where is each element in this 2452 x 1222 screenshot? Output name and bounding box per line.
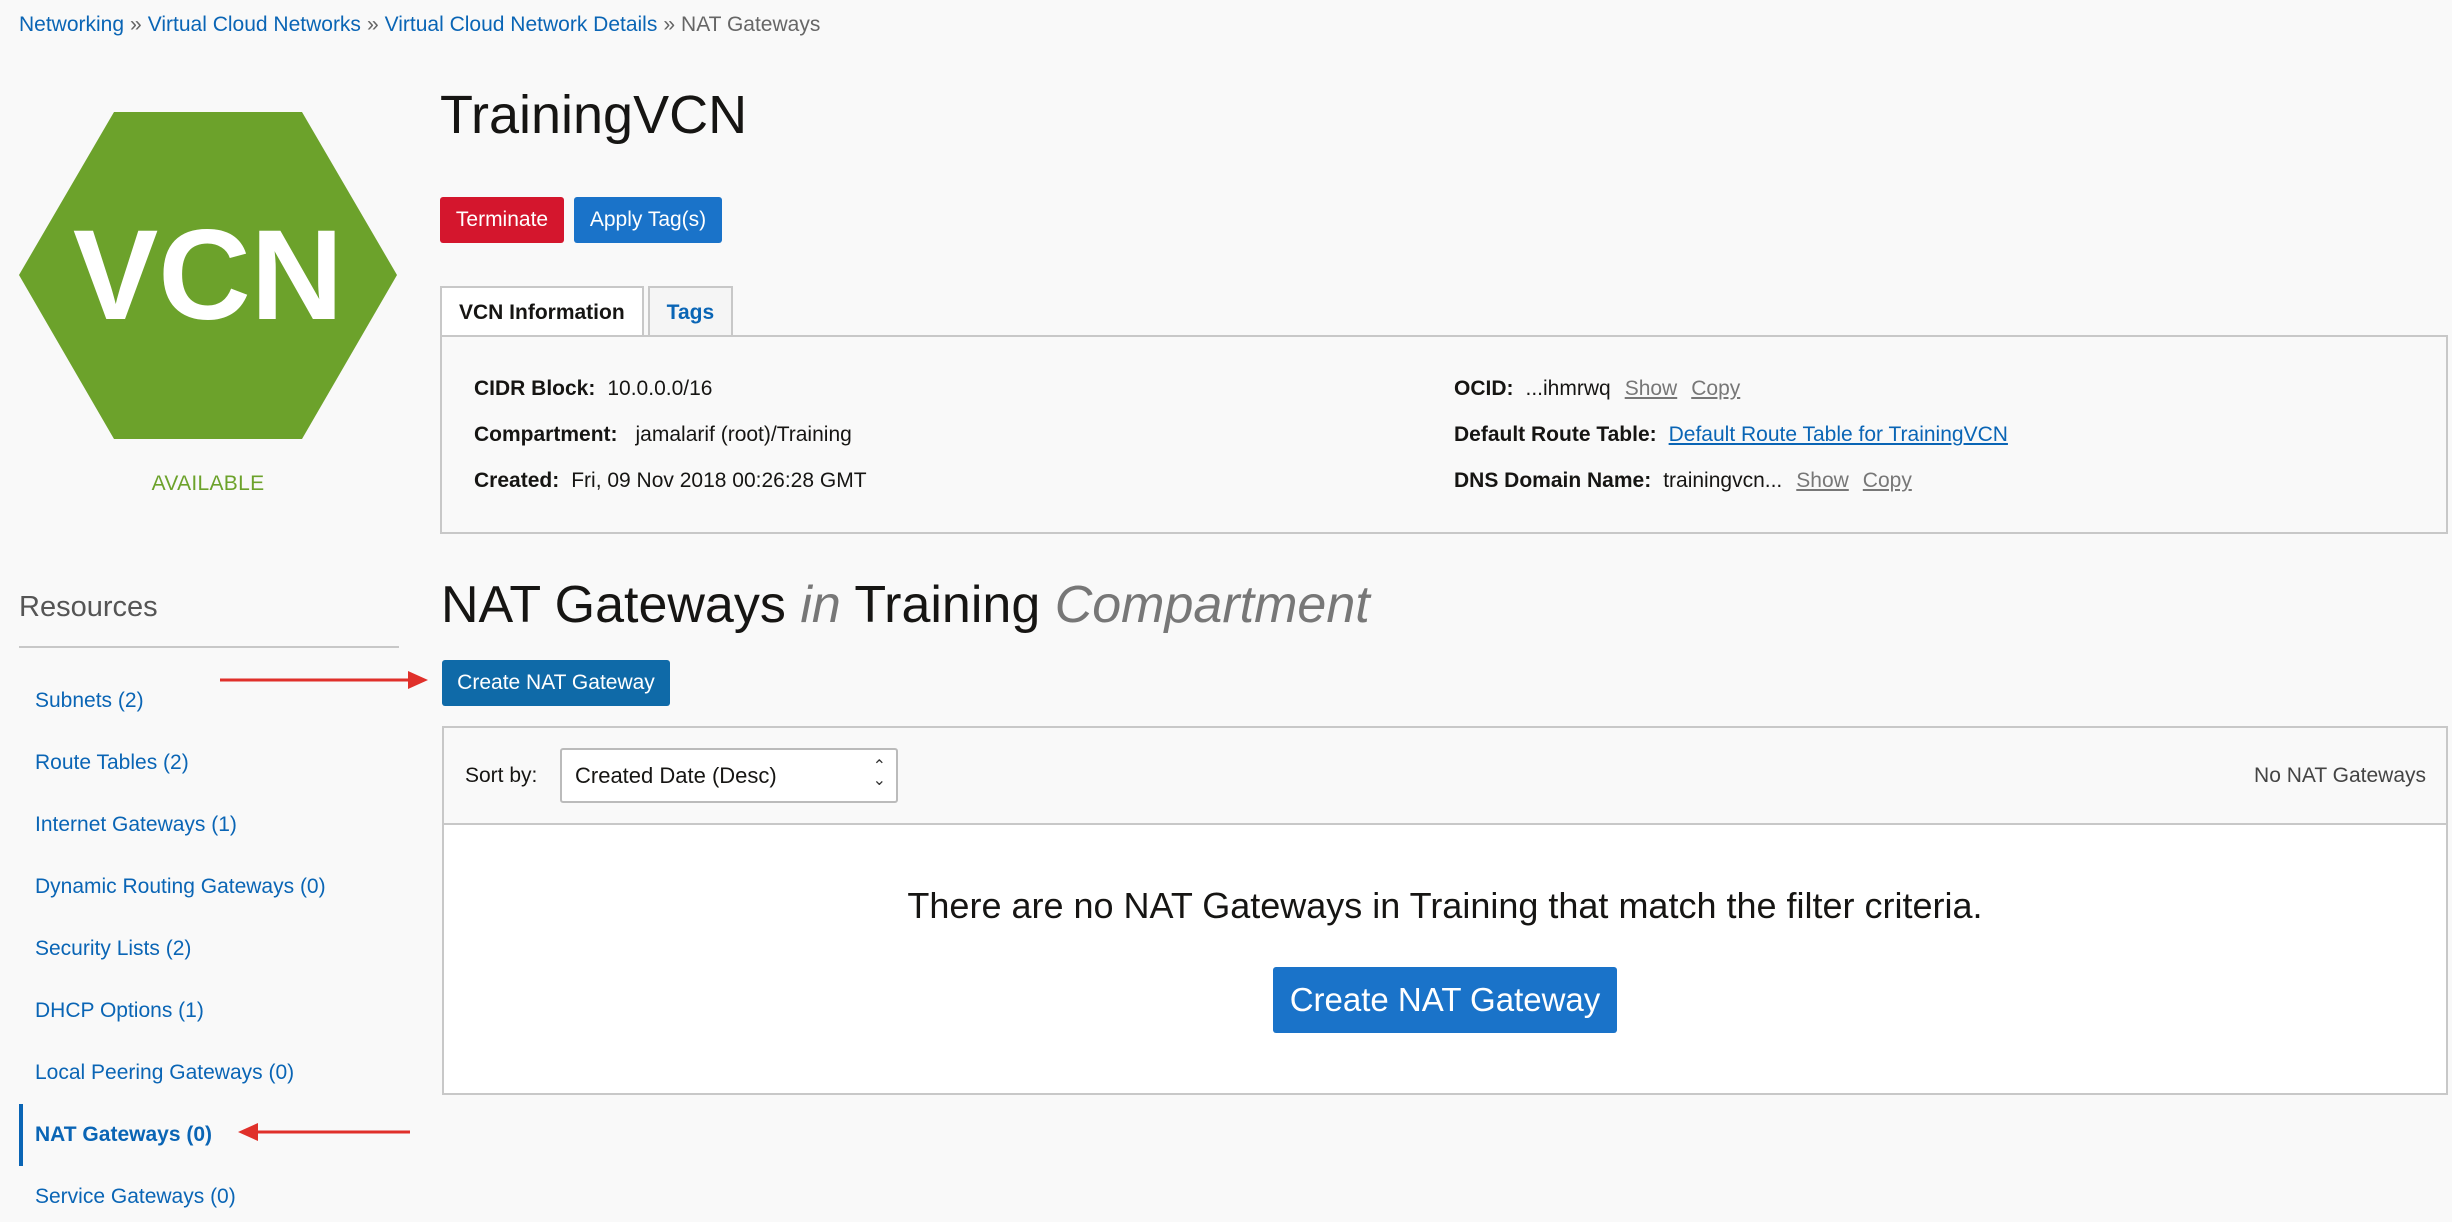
- route-table-label: Default Route Table:: [1454, 423, 1657, 446]
- vcn-information-panel: CIDR Block: 10.0.0.0/16 Compartment: jam…: [440, 335, 2448, 534]
- ocid-row: OCID: ...ihmrwq Show Copy: [1454, 377, 1740, 401]
- breadcrumb-separator: »: [366, 13, 379, 36]
- tab-vcn-information[interactable]: VCN Information: [440, 286, 644, 337]
- create-nat-gateway-button[interactable]: Create NAT Gateway: [442, 660, 670, 706]
- annotation-arrow-icon: [220, 671, 428, 689]
- ocid-copy-link[interactable]: Copy: [1691, 377, 1740, 401]
- breadcrumb-virtual-cloud-networks[interactable]: Virtual Cloud Networks: [148, 13, 361, 36]
- compartment-row: Compartment: jamalarif (root)/Training: [474, 423, 852, 447]
- list-toolbar: Sort by: Created Date (Desc) ⌃ ⌄ No NAT G…: [444, 728, 2446, 825]
- created-row: Created: Fri, 09 Nov 2018 00:26:28 GMT: [474, 469, 867, 493]
- section-title-compartment-word: Compartment: [1054, 576, 1370, 634]
- sort-label: Sort by:: [465, 764, 538, 787]
- sidebar-item-internet-gateways[interactable]: Internet Gateways (1): [19, 794, 399, 856]
- cidr-value: 10.0.0.0/16: [607, 377, 713, 400]
- vcn-icon-text: VCN: [73, 204, 343, 347]
- nat-gateway-list: Sort by: Created Date (Desc) ⌃ ⌄ No NAT G…: [442, 726, 2448, 1095]
- resources-title: Resources: [19, 591, 158, 623]
- route-table-row: Default Route Table: Default Route Table…: [1454, 423, 2008, 447]
- result-count: No NAT Gateways: [2254, 764, 2426, 787]
- breadcrumb-separator: »: [130, 13, 142, 36]
- sidebar-item-dhcp-options[interactable]: DHCP Options (1): [19, 980, 399, 1042]
- section-title-in: in: [800, 576, 841, 634]
- cidr-label: CIDR Block:: [474, 377, 596, 400]
- created-label: Created:: [474, 469, 560, 492]
- sidebar-item-security-lists[interactable]: Security Lists (2): [19, 918, 399, 980]
- dns-label: DNS Domain Name:: [1454, 469, 1652, 492]
- section-title-resource: NAT Gateways: [441, 576, 786, 634]
- section-title: NAT Gateways in Training Compartment: [441, 575, 1370, 635]
- breadcrumb-vcn-details[interactable]: Virtual Cloud Network Details: [385, 13, 658, 36]
- sort-select[interactable]: Created Date (Desc) ⌃ ⌄: [560, 748, 898, 803]
- empty-state-message: There are no NAT Gateways in Training th…: [907, 885, 1983, 926]
- sidebar-item-local-peering-gateways[interactable]: Local Peering Gateways (0): [19, 1042, 399, 1104]
- detail-tabs: VCN Information Tags: [440, 286, 737, 337]
- sidebar-item-service-gateways[interactable]: Service Gateways (0): [19, 1166, 399, 1222]
- vcn-hexagon-icon: VCN: [19, 112, 397, 439]
- breadcrumb-networking[interactable]: Networking: [19, 13, 124, 36]
- status-badge: AVAILABLE: [151, 472, 265, 495]
- breadcrumb-separator: »: [663, 13, 676, 36]
- section-title-compartment-name: Training: [854, 576, 1041, 634]
- ocid-value: ...ihmrwq: [1525, 377, 1611, 400]
- tab-tags[interactable]: Tags: [647, 286, 734, 337]
- cidr-row: CIDR Block: 10.0.0.0/16: [474, 377, 712, 401]
- empty-state-create-button[interactable]: Create NAT Gateway: [1273, 967, 1617, 1033]
- sort-select-value: Created Date (Desc): [575, 762, 777, 788]
- terminate-button[interactable]: Terminate: [440, 197, 564, 243]
- page-title: TrainingVCN: [440, 85, 748, 145]
- ocid-label: OCID:: [1454, 377, 1514, 400]
- dns-value: trainingvcn...: [1663, 469, 1783, 492]
- chevron-up-down-icon: ⌃ ⌄: [872, 758, 886, 789]
- annotation-arrow-icon: [238, 1123, 410, 1141]
- breadcrumb-current: NAT Gateways: [681, 13, 821, 36]
- dns-copy-link[interactable]: Copy: [1863, 469, 1912, 493]
- created-value: Fri, 09 Nov 2018 00:26:28 GMT: [571, 469, 867, 492]
- dns-show-link[interactable]: Show: [1796, 469, 1849, 493]
- sidebar-item-dynamic-routing-gateways[interactable]: Dynamic Routing Gateways (0): [19, 856, 399, 918]
- ocid-show-link[interactable]: Show: [1625, 377, 1678, 401]
- route-table-link[interactable]: Default Route Table for TrainingVCN: [1669, 423, 2008, 447]
- compartment-value: jamalarif (root)/Training: [635, 423, 852, 446]
- dns-row: DNS Domain Name: trainingvcn... Show Cop…: [1454, 469, 1912, 493]
- apply-tags-button[interactable]: Apply Tag(s): [574, 197, 722, 243]
- compartment-label: Compartment:: [474, 423, 618, 446]
- breadcrumb: Networking» Virtual Cloud Networks» Virtua…: [19, 11, 820, 39]
- resources-divider: [19, 646, 399, 648]
- sidebar-item-route-tables[interactable]: Route Tables (2): [19, 732, 399, 794]
